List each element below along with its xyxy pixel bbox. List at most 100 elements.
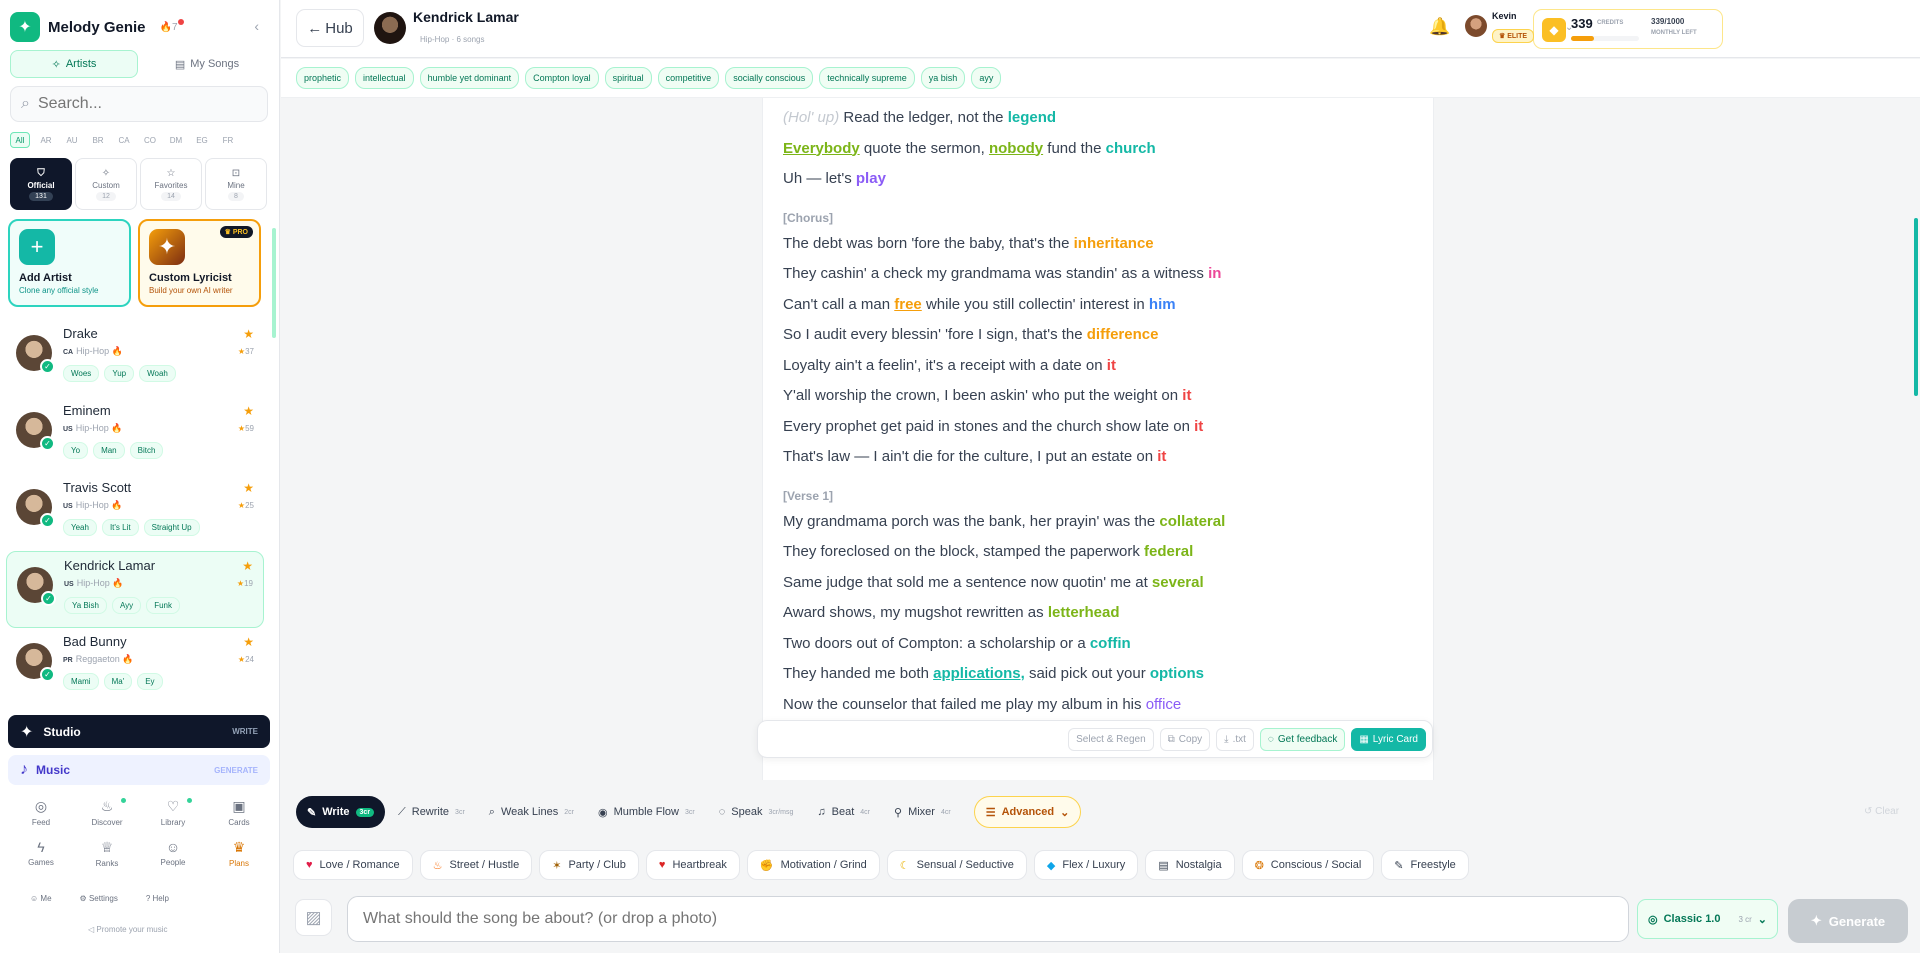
filter-custom[interactable]: ✧ Custom 12 <box>75 158 137 210</box>
mode-rewrite[interactable]: ⟋ Rewrite 3cr <box>387 796 476 828</box>
artist-item-kendrick-lamar[interactable]: ✓ Kendrick Lamar US Hip-Hop 🔥 ★ ★19 Ya Bi… <box>6 551 264 628</box>
country-dm[interactable]: DM <box>166 132 186 148</box>
nav-plans[interactable]: ♛ Plans <box>206 839 272 868</box>
vibe-heartbreak[interactable]: ♥ Heartbreak <box>645 850 740 880</box>
music-button[interactable]: ♪ Music GENERATE <box>8 755 270 785</box>
bell-icon[interactable]: 🔔 <box>1429 17 1450 37</box>
copy-button[interactable]: ⧉ Copy <box>1159 727 1211 751</box>
studio-button[interactable]: ✦ Studio WRITE <box>8 715 270 748</box>
song-prompt-input[interactable] <box>363 910 1613 928</box>
trait-tag[interactable]: Compton loyal <box>525 67 599 89</box>
nav-games[interactable]: ϟ Games <box>8 839 74 868</box>
main-scrollbar[interactable] <box>1914 218 1918 396</box>
credits-widget[interactable]: ◆ 339 CREDITS 339/1000 MONTHLY LEFT <box>1533 9 1723 49</box>
lyric-card-button[interactable]: ▦ Lyric Card <box>1351 727 1426 751</box>
vibe-freestyle[interactable]: ✎ Freestyle <box>1381 850 1469 880</box>
trait-tag[interactable]: technically supreme <box>819 67 915 89</box>
vibe-street-hustle[interactable]: ♨ Street / Hustle <box>419 850 533 880</box>
country-co[interactable]: CO <box>140 132 160 148</box>
select-regen-button[interactable]: Select & Regen <box>1068 727 1154 751</box>
trait-tag[interactable]: spiritual <box>604 67 652 89</box>
vibe-love-romance[interactable]: ♥ Love / Romance <box>293 850 413 880</box>
vibe-nostalgia[interactable]: ▤ Nostalgia <box>1145 850 1235 880</box>
back-to-hub-button[interactable]: ← Hub <box>296 9 364 47</box>
mode-beat[interactable]: ♫ Beat 4cr <box>806 796 881 828</box>
link-help[interactable]: ? Help <box>146 894 169 903</box>
collapse-sidebar-icon[interactable]: ‹ <box>254 18 259 34</box>
vibe-conscious-social[interactable]: ❂ Conscious / Social <box>1241 850 1375 880</box>
trait-tag[interactable]: competitive <box>657 67 720 89</box>
tab-artists[interactable]: ✧ Artists <box>10 50 138 78</box>
artist-item-eminem[interactable]: ✓ Eminem US Hip-Hop 🔥 ★ ★59 Yo Man Bitch <box>6 397 264 474</box>
brand[interactable]: ✦ Melody Genie 🔥7 <box>10 12 184 42</box>
custom-lyricist-card[interactable]: ♛ PRO ✦ Custom Lyricist Build your own A… <box>138 219 261 307</box>
vibe-motivation-grind[interactable]: ✊ Motivation / Grind <box>746 850 880 880</box>
country-fr[interactable]: FR <box>218 132 238 148</box>
favorite-star-icon[interactable]: ★ <box>243 481 254 495</box>
artist-tags: Woes Yup Woah <box>63 365 176 382</box>
link-settings[interactable]: ⚙ Settings <box>80 894 118 903</box>
artist-stat-value: 24 <box>245 655 254 664</box>
vibe-party-club[interactable]: ✶ Party / Club <box>539 850 639 880</box>
mode-weak-lines[interactable]: ⌕ Weak Lines 2cr <box>478 796 585 828</box>
button-label: .txt <box>1232 733 1246 745</box>
download-txt-button[interactable]: ⤓ .txt <box>1216 727 1254 751</box>
image-upload-icon[interactable]: ▨ <box>295 899 332 936</box>
artist-list: ✓ Drake CA Hip-Hop 🔥 ★ ★37 Woes Yup Woah ✓ … <box>6 320 264 705</box>
promote-link[interactable]: ◁ Promote your music <box>88 925 168 934</box>
trait-tag[interactable]: socially conscious <box>725 67 814 89</box>
filter-mine[interactable]: ⊡ Mine 8 <box>205 158 267 210</box>
trait-tag[interactable]: ayy <box>971 67 1002 89</box>
artist-item-bad-bunny[interactable]: ✓ Bad Bunny PR Reggaeton 🔥 ★ ★24 Mami Ma' E… <box>6 628 264 705</box>
mode-mixer[interactable]: ⚲ Mixer 4cr <box>883 796 962 828</box>
megaphone-icon: ◁ <box>88 925 95 934</box>
get-feedback-button[interactable]: ◌ Get feedback <box>1259 727 1346 751</box>
app-name: Melody Genie <box>48 18 146 36</box>
country-eg[interactable]: EG <box>192 132 212 148</box>
favorite-star-icon[interactable]: ★ <box>243 327 254 341</box>
artist-item-travis-scott[interactable]: ✓ Travis Scott US Hip-Hop 🔥 ★ ★25 Yeah It'… <box>6 474 264 551</box>
nav-feed[interactable]: ◎ Feed <box>8 798 74 827</box>
favorite-star-icon[interactable]: ★ <box>243 404 254 418</box>
link-me[interactable]: ☺ Me <box>30 894 52 903</box>
filter-official[interactable]: ⛉ Official 131 <box>10 158 72 210</box>
tab-my-songs[interactable]: ▤ My Songs <box>144 50 270 78</box>
favorite-star-icon[interactable]: ★ <box>242 559 253 573</box>
nav-library[interactable]: ♡ Library <box>140 798 206 827</box>
chevron-down-icon[interactable]: ⌄ <box>1565 22 1573 33</box>
add-artist-card[interactable]: + Add Artist Clone any official style <box>8 219 131 307</box>
sliders-icon: ☰ <box>985 806 996 819</box>
vibe-flex-luxury[interactable]: ◆ Flex / Luxury <box>1033 850 1139 880</box>
vibe-label: Conscious / Social <box>1270 859 1362 871</box>
generate-button[interactable]: ✦ Generate <box>1788 899 1908 943</box>
vibe-sensual-seductive[interactable]: ☾ Sensual / Seductive <box>886 850 1027 880</box>
sidebar-scrollbar[interactable] <box>272 228 276 338</box>
model-selector[interactable]: ◎ Classic 1.0 3 cr ⌄ <box>1637 899 1778 939</box>
country-br[interactable]: BR <box>88 132 108 148</box>
lyrics-content[interactable]: (Hol' up) Read the ledger, not the legen… <box>783 103 1423 720</box>
nav-discover[interactable]: ♨ Discover <box>74 798 140 827</box>
trait-tag[interactable]: prophetic <box>296 67 350 89</box>
filter-favorites[interactable]: ☆ Favorites 14 <box>140 158 202 210</box>
country-au[interactable]: AU <box>62 132 82 148</box>
advanced-dropdown[interactable]: ☰ Advanced ⌄ <box>973 796 1082 828</box>
favorite-star-icon[interactable]: ★ <box>243 635 254 649</box>
mode-speak[interactable]: ◌ Speak 3cr/msg <box>708 796 805 828</box>
mode-mumble-flow[interactable]: ◉ Mumble Flow 3cr <box>587 796 706 828</box>
heart-icon: ♥ <box>306 859 313 871</box>
trait-tag[interactable]: humble yet dominant <box>419 67 520 89</box>
country-ar[interactable]: AR <box>36 132 56 148</box>
mode-write[interactable]: ✎ Write 3cr <box>296 796 386 828</box>
artist-item-drake[interactable]: ✓ Drake CA Hip-Hop 🔥 ★ ★37 Woes Yup Woah <box>6 320 264 397</box>
search-input[interactable] <box>37 95 238 113</box>
trait-tag[interactable]: intellectual <box>355 67 414 89</box>
trait-tag[interactable]: ya bish <box>920 67 966 89</box>
nav-cards[interactable]: ▣ Cards <box>206 798 272 827</box>
country-ca[interactable]: CA <box>114 132 134 148</box>
clear-button[interactable]: ↺ Clear <box>1864 806 1899 817</box>
country-all[interactable]: All <box>10 132 30 148</box>
user-name[interactable]: Kevin <box>1492 11 1517 21</box>
nav-ranks[interactable]: ♕ Ranks <box>74 839 140 868</box>
nav-people[interactable]: ☺ People <box>140 839 206 868</box>
user-avatar[interactable] <box>1465 15 1487 37</box>
